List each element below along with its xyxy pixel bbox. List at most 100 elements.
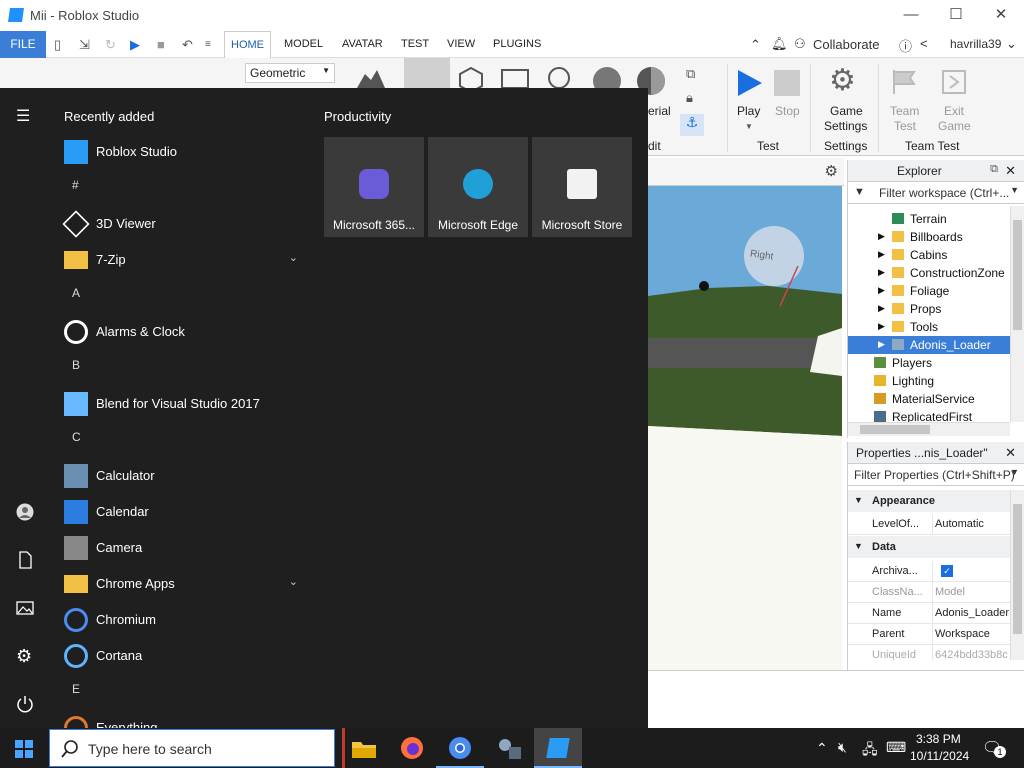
property-value[interactable]: ✓ [932, 561, 1010, 581]
chevron-down-icon[interactable]: ⌄ [289, 575, 298, 588]
expand-arrow-icon[interactable]: ▶ [878, 303, 885, 314]
explorer-filter[interactable]: ▼ Filter workspace (Ctrl+... ▼ [848, 182, 1024, 204]
property-value[interactable]: Workspace [932, 624, 990, 644]
app-item-roblox-studio[interactable]: Roblox Studio [64, 132, 304, 168]
chevron-down-icon[interactable]: ⌄ [1006, 36, 1017, 52]
chevron-down-icon[interactable]: ▼ [1010, 467, 1019, 477]
expand-arrow-icon[interactable]: ▶ [878, 231, 885, 242]
tile-microsoft-store[interactable]: Microsoft Store [532, 137, 632, 237]
explorer-filter-input[interactable]: Filter workspace (Ctrl+... [879, 186, 1009, 200]
tree-item-terrain[interactable]: Terrain [848, 210, 1010, 228]
search-placeholder[interactable]: Type here to search [88, 741, 212, 757]
tree-item-tools[interactable]: ▶ Tools [848, 318, 1010, 336]
close-icon[interactable]: ✕ [1005, 445, 1016, 461]
viewport-settings-icon[interactable]: ⚙ [825, 162, 838, 180]
app-item-3d-viewer[interactable]: 3D Viewer [62, 204, 304, 240]
clock-time[interactable]: 3:38 PM [916, 732, 961, 746]
game-settings-line2[interactable]: Settings [824, 119, 867, 133]
taskbar-search-box[interactable]: Type here to search [49, 729, 335, 767]
property-row[interactable]: LevelOf... Automatic [848, 514, 1010, 535]
minimize-button[interactable]: — [896, 4, 926, 26]
tree-item-adonis_loader[interactable]: ▶ Adonis_Loader [848, 336, 1010, 354]
part-icon[interactable] [456, 66, 486, 90]
app-item-alarms-clock[interactable]: Alarms & Clock [64, 312, 304, 348]
property-value[interactable]: Automatic [932, 514, 984, 534]
tree-item-cabins[interactable]: ▶ Cabins [848, 246, 1010, 264]
help-icon[interactable]: ⓘ [899, 36, 912, 55]
team-test-line1[interactable]: Team [890, 104, 919, 118]
expand-arrow-icon[interactable]: ▶ [878, 339, 885, 350]
file-menu-button[interactable]: FILE [0, 31, 46, 58]
file-explorer-taskbar-button[interactable] [340, 728, 388, 768]
keyboard-icon[interactable]: ⌨ [886, 739, 906, 756]
tab-avatar[interactable]: AVATAR [342, 38, 383, 50]
app-item-calendar[interactable]: Calendar [64, 492, 304, 528]
expand-arrow-icon[interactable]: ▶ [878, 285, 885, 296]
expand-arrow-icon[interactable]: ▶ [878, 321, 885, 332]
tile-microsoft-365-[interactable]: Microsoft 365... [324, 137, 424, 237]
property-row[interactable]: Parent Workspace [848, 624, 1010, 645]
property-row[interactable]: ClassNa... Model [848, 582, 1010, 603]
section-letter[interactable]: B [72, 358, 80, 372]
firefox-taskbar-button[interactable] [388, 728, 436, 768]
stop-button[interactable]: Stop [775, 104, 800, 118]
property-row[interactable]: UniqueId 6424bdd33b8c [848, 645, 1010, 660]
notification-bell-icon[interactable]: 🔔︎ [771, 36, 788, 52]
scrollbar-thumb[interactable] [1013, 220, 1022, 330]
app-item-everything[interactable]: Everything [64, 708, 304, 728]
chevron-down-icon[interactable]: ▼ [745, 122, 753, 131]
ui-icon[interactable] [500, 66, 530, 90]
maximize-button[interactable]: ☐ [941, 4, 971, 26]
section-data[interactable]: ▼ Data [848, 536, 1010, 558]
play-icon[interactable] [736, 70, 762, 96]
tab-view[interactable]: VIEW [447, 38, 475, 50]
exit-game-line1[interactable]: Exit [944, 104, 964, 118]
property-row[interactable]: Name Adonis_Loader [848, 603, 1010, 624]
section-letter[interactable]: A [72, 286, 80, 300]
section-letter[interactable]: # [72, 178, 79, 192]
chromium-taskbar-button[interactable] [436, 728, 484, 768]
chevron-down-icon[interactable]: ⌄ [289, 251, 298, 264]
game-settings-line1[interactable]: Game [830, 104, 863, 118]
network-icon[interactable]: 🖧 [862, 739, 878, 763]
undock-icon[interactable]: ⧉ [990, 163, 998, 176]
tree-item-foliage[interactable]: ▶ Foliage [848, 282, 1010, 300]
tab-test[interactable]: TEST [401, 38, 429, 50]
game-settings-icon[interactable]: ⚙ [829, 66, 856, 96]
publish-icon[interactable]: ⇲ [79, 37, 90, 53]
close-icon[interactable]: ✕ [1005, 163, 1016, 179]
anchor-icon[interactable]: ⚓︎ [680, 114, 704, 136]
windows-start-icon[interactable] [15, 740, 33, 758]
team-test-line2[interactable]: Test [894, 119, 916, 133]
scrollbar-thumb[interactable] [860, 425, 930, 434]
tools-taskbar-button[interactable] [484, 728, 532, 768]
redo-icon[interactable]: ↻ [105, 37, 116, 53]
app-item-calculator[interactable]: Calculator [64, 456, 304, 492]
username-label[interactable]: havrilla39 [950, 37, 1001, 51]
expand-arrow-icon[interactable]: ▶ [878, 249, 885, 260]
clock-date[interactable]: 10/11/2024 [910, 749, 969, 763]
tile-microsoft-edge[interactable]: Microsoft Edge [428, 137, 528, 237]
property-value[interactable]: Adonis_Loader [932, 603, 1009, 623]
properties-scrollbar[interactable] [1010, 490, 1024, 660]
properties-filter[interactable]: Filter Properties (Ctrl+Shift+P) ▼ [848, 464, 1024, 486]
tab-model[interactable]: MODEL [284, 38, 323, 50]
roblox-studio-taskbar-button[interactable] [534, 728, 582, 768]
globe-icon[interactable] [545, 66, 573, 90]
tool-highlight[interactable] [404, 58, 450, 88]
section-letter[interactable]: E [72, 682, 80, 696]
tab-plugins[interactable]: PLUGINS [493, 38, 541, 50]
app-item-cortana[interactable]: Cortana [64, 636, 304, 672]
property-row[interactable]: Archiva... ✓ [848, 561, 1010, 582]
game-viewport[interactable]: Right [648, 186, 842, 670]
collapse-ribbon-icon[interactable]: ⌃ [750, 37, 761, 53]
checkbox-icon[interactable]: ✓ [941, 565, 953, 577]
show-hidden-icons-icon[interactable]: ⌃ [816, 740, 828, 757]
share-icon[interactable]: < [920, 36, 928, 51]
volume-muted-icon[interactable]: 🔇︎ [838, 739, 847, 756]
part-type-dropdown[interactable]: Geometric ▼ [245, 63, 335, 83]
collaborate-icon[interactable]: ⚇ [794, 36, 806, 52]
tree-item-billboards[interactable]: ▶ Billboards [848, 228, 1010, 246]
close-button[interactable]: ✕ [986, 4, 1016, 26]
tree-item-players[interactable]: Players [848, 354, 1010, 372]
